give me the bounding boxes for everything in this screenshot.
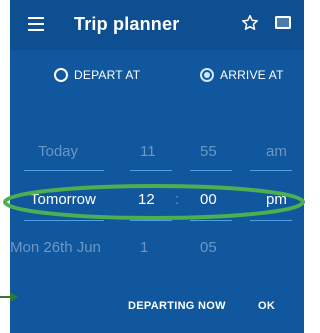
day-divider-bottom [24, 220, 104, 221]
minute-value: 55 [200, 143, 217, 160]
picker-row-selected[interactable]: Tomorrow 12 : 00 pm [10, 184, 304, 214]
hamburger-menu-icon[interactable] [28, 17, 44, 31]
ampm-divider-bottom [250, 220, 292, 221]
hour-divider-bottom [130, 220, 172, 221]
depart-arrive-toggle: DEPART AT ARRIVE AT [10, 68, 304, 94]
day-value: Mon 26th Jun [10, 239, 101, 256]
trip-planner-screen: Trip planner DEPART AT ARRIVE AT Today 1… [10, 0, 304, 333]
star-outline-icon[interactable] [240, 13, 260, 33]
hour-value: 12 [138, 191, 155, 208]
hour-value: 11 [140, 143, 156, 160]
arrive-at-option[interactable]: ARRIVE AT [200, 68, 284, 82]
app-bar: Trip planner [10, 0, 304, 50]
minute-divider-top [190, 170, 232, 171]
hour-value: 1 [140, 239, 149, 256]
minute-value: 05 [200, 239, 217, 256]
tablet-icon[interactable] [274, 15, 292, 31]
dialog-actions: DEPARTING NOW OK [10, 300, 304, 320]
radio-unchecked-icon [54, 68, 68, 82]
screenshot-frame: Trip planner DEPART AT ARRIVE AT Today 1… [0, 0, 314, 333]
day-value: Tomorrow [30, 191, 96, 208]
page-title: Trip planner [74, 14, 180, 34]
hour-divider-top [130, 170, 172, 171]
minute-value: 00 [200, 191, 217, 208]
depart-at-label: DEPART AT [74, 68, 141, 82]
day-divider-top [24, 170, 104, 171]
picker-row-next[interactable]: Mon 26th Jun 1 05 [10, 232, 304, 262]
time-separator: : [175, 191, 180, 208]
ampm-value: am [266, 143, 287, 160]
ampm-divider-top [250, 170, 292, 171]
depart-at-option[interactable]: DEPART AT [54, 68, 140, 82]
ok-button[interactable]: OK [258, 300, 275, 312]
ampm-value: pm [266, 191, 287, 208]
minute-divider-bottom [190, 220, 232, 221]
radio-checked-icon [200, 68, 214, 82]
day-value: Today [38, 143, 79, 160]
arrive-at-label: ARRIVE AT [220, 68, 284, 82]
picker-row-previous[interactable]: Today 11 55 am [10, 136, 304, 166]
departing-now-button[interactable]: DEPARTING NOW [128, 300, 226, 312]
